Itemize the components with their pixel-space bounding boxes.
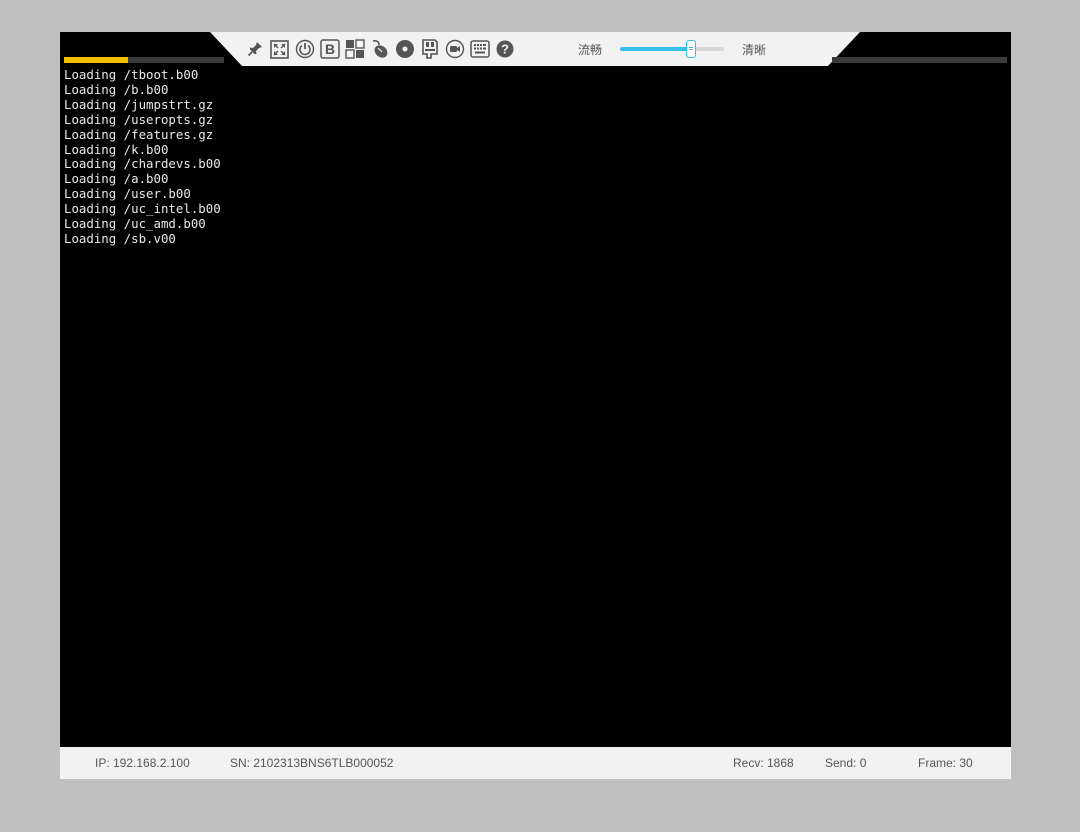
virtual-media-icon[interactable] [344, 39, 365, 60]
console-line: Loading /a.b00 [64, 171, 169, 187]
mouse-icon[interactable] [369, 39, 390, 60]
quality-control: 流畅 清晰 [578, 40, 766, 58]
status-bar: IP: 192.168.2.100 SN: 2102313BNS6TLB0000… [60, 747, 1011, 779]
status-frame: Frame: 30 [918, 756, 973, 770]
right-status-bar [832, 57, 1007, 63]
fullscreen-icon[interactable] [269, 39, 290, 60]
console-line: Loading /uc_amd.b00 [64, 216, 206, 232]
status-send: Send: 0 [825, 756, 867, 770]
kvm-console-window: B ? 流畅 清晰 Loading /tboot.b00 Loading /b.… [60, 32, 1011, 779]
quality-slider-fill [620, 47, 691, 51]
buffer-progress-bar [64, 57, 224, 63]
toolbar-icons: B ? [244, 38, 515, 60]
console-line: Loading /user.b00 [64, 186, 191, 202]
console-line: Loading /jumpstrt.gz [64, 96, 214, 112]
record-icon[interactable] [444, 39, 465, 60]
quality-slider-thumb[interactable] [685, 40, 696, 58]
pin-icon[interactable] [244, 39, 265, 60]
disc-icon[interactable] [394, 39, 415, 60]
console-line: Loading /tboot.b00 [64, 67, 199, 82]
status-serial-number: SN: 2102313BNS6TLB000052 [230, 756, 394, 770]
bold-b-icon[interactable]: B [319, 39, 340, 60]
help-glyph: ? [501, 42, 509, 57]
quality-slider[interactable] [620, 40, 724, 58]
floppy-icon[interactable] [419, 39, 440, 60]
console-line: Loading /features.gz [64, 126, 214, 142]
console-line: Loading /sb.v00 [64, 230, 176, 246]
console-line: Loading /b.b00 [64, 81, 169, 97]
bold-b-glyph: B [324, 41, 334, 57]
status-ip: IP: 192.168.2.100 [95, 756, 190, 770]
console-line: Loading /chardevs.b00 [64, 156, 221, 172]
status-recv: Recv: 1868 [733, 756, 794, 770]
console-line: Loading /useropts.gz [64, 111, 214, 127]
help-icon[interactable]: ? [494, 39, 515, 60]
power-icon[interactable] [294, 39, 315, 60]
console-output: Loading /tboot.b00 Loading /b.b00 Loading … [64, 67, 221, 247]
toolbar: B ? 流畅 清晰 [60, 32, 1011, 66]
console-line: Loading /uc_intel.b00 [64, 201, 221, 217]
keyboard-icon[interactable] [469, 39, 490, 60]
quality-clear-label: 清晰 [742, 42, 767, 57]
console-line: Loading /k.b00 [64, 141, 169, 157]
quality-smooth-label: 流畅 [578, 42, 603, 57]
buffer-progress-fill [64, 57, 128, 63]
